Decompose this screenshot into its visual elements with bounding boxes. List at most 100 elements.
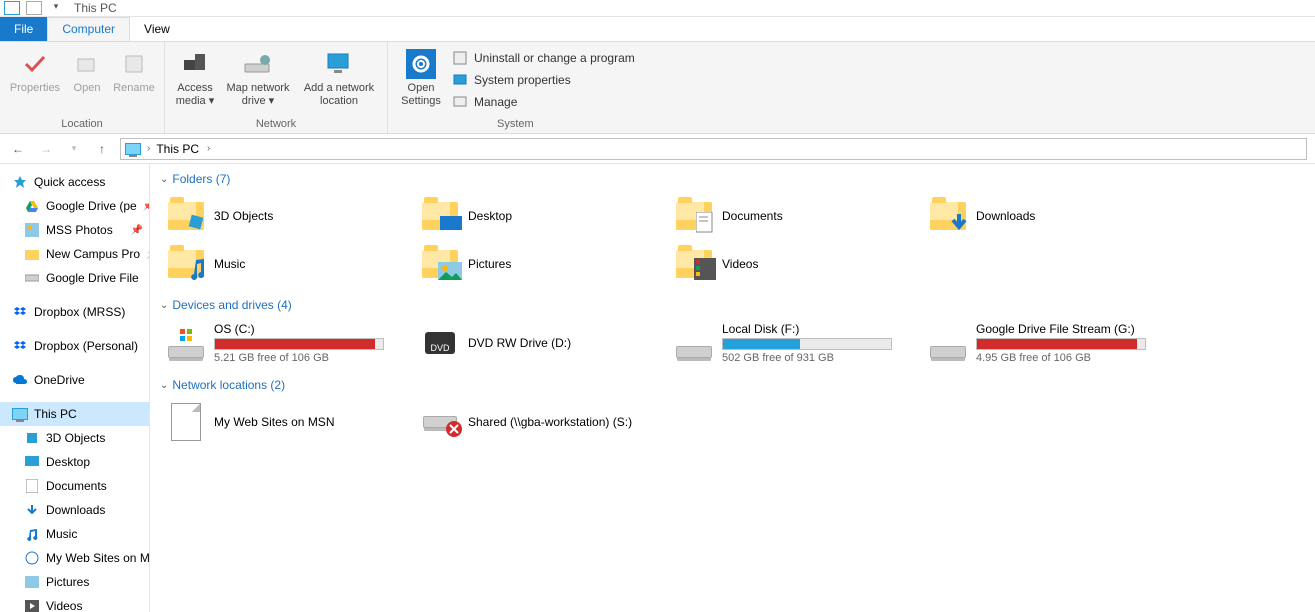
nav-pc-child[interactable]: My Web Sites on M <box>0 546 149 570</box>
recent-locations-button[interactable]: ▾ <box>64 139 84 159</box>
nav-dropbox-mrss[interactable]: Dropbox (MRSS) <box>0 300 149 324</box>
section-header-folders[interactable]: ⌄Folders (7) <box>160 172 1305 186</box>
rename-button[interactable]: Rename <box>112 46 156 116</box>
folder-item[interactable]: Downloads <box>922 192 1176 240</box>
folder-icon <box>674 196 714 236</box>
hdd-icon <box>928 323 968 363</box>
access-media-button[interactable]: Access media ▾ <box>173 46 217 116</box>
system-properties-icon <box>452 72 468 88</box>
group-label-system: System <box>396 116 635 133</box>
drive-item[interactable]: OS (C:)5.21 GB free of 106 GB <box>160 318 414 368</box>
folder-icon <box>24 574 40 590</box>
folder-icon <box>674 244 714 284</box>
nav-quick-access[interactable]: Quick access <box>0 170 149 194</box>
folder-item[interactable]: Music <box>160 240 414 288</box>
up-button[interactable]: ↑ <box>92 139 112 159</box>
chevron-right-icon[interactable]: › <box>147 143 150 154</box>
section-header-drives[interactable]: ⌄Devices and drives (4) <box>160 298 1305 312</box>
hdd-icon <box>674 323 714 363</box>
ribbon-group-system: Open Settings Uninstall or change a prog… <box>388 42 643 133</box>
pin-icon: 📌 <box>131 225 143 236</box>
folder-icon <box>24 478 40 494</box>
folder-item[interactable]: Pictures <box>414 240 668 288</box>
pin-icon: 📌 <box>146 249 149 260</box>
pin-icon: 📌 <box>143 201 149 212</box>
nav-pc-child[interactable]: Pictures <box>0 570 149 594</box>
navigation-pane: Quick access Google Drive (pe📌 MSS Photo… <box>0 164 150 612</box>
ribbon-group-location: Properties Open Rename Location <box>0 42 165 133</box>
chevron-down-icon: ⌄ <box>160 300 168 311</box>
nav-pc-child[interactable]: 3D Objects <box>0 426 149 450</box>
tab-view[interactable]: View <box>130 17 184 41</box>
nav-pin-item[interactable]: Google Drive File <box>0 266 149 290</box>
folder-icon <box>166 196 206 236</box>
back-button[interactable]: ← <box>8 139 28 159</box>
network-drive-disconnected-icon <box>420 402 460 442</box>
nav-dropbox-personal[interactable]: Dropbox (Personal) <box>0 334 149 358</box>
folder-item[interactable]: Videos <box>668 240 922 288</box>
rename-icon <box>118 48 150 80</box>
section-network-locations: ⌄Network locations (2) My Web Sites on M… <box>160 378 1305 446</box>
nav-pc-child[interactable]: Music <box>0 522 149 546</box>
folder-icon <box>24 598 40 612</box>
folder-icon <box>420 244 460 284</box>
nav-pin-item[interactable]: MSS Photos📌 <box>0 218 149 242</box>
drive-small-icon <box>24 270 40 286</box>
manage-button[interactable]: Manage <box>452 92 635 112</box>
nav-pc-child[interactable]: Documents <box>0 474 149 498</box>
manage-icon <box>452 94 468 110</box>
open-button[interactable]: Open <box>68 46 106 116</box>
drive-item[interactable]: Local Disk (F:)502 GB free of 931 GB <box>668 318 922 368</box>
capacity-bar <box>214 338 384 350</box>
folder-icon <box>24 430 40 446</box>
system-properties-button[interactable]: System properties <box>452 70 635 90</box>
section-drives: ⌄Devices and drives (4) OS (C:)5.21 GB f… <box>160 298 1305 368</box>
nav-pc-child[interactable]: Videos <box>0 594 149 612</box>
nav-pc-child[interactable]: Desktop <box>0 450 149 474</box>
map-drive-icon <box>242 48 274 80</box>
nav-pin-item[interactable]: Google Drive (pe📌 <box>0 194 149 218</box>
address-bar: ← → ▾ ↑ › This PC› <box>0 134 1315 164</box>
nav-this-pc[interactable]: This PC <box>0 402 149 426</box>
nav-onedrive[interactable]: OneDrive <box>0 368 149 392</box>
folder-item[interactable]: Desktop <box>414 192 668 240</box>
network-location-item[interactable]: Shared (\\gba-workstation) (S:) <box>414 398 668 446</box>
nav-pc-child[interactable]: Downloads <box>0 498 149 522</box>
uninstall-program-button[interactable]: Uninstall or change a program <box>452 48 635 68</box>
star-icon <box>12 174 28 190</box>
open-icon <box>71 48 103 80</box>
add-network-location-button[interactable]: Add a network location <box>299 46 379 116</box>
open-settings-button[interactable]: Open Settings <box>396 46 446 116</box>
qat-icon-1[interactable] <box>4 1 20 15</box>
map-drive-button[interactable]: Map network drive ▾ <box>223 46 293 116</box>
gear-icon <box>405 48 437 80</box>
drive-item[interactable]: DVDDVD RW Drive (D:) <box>414 318 668 368</box>
nav-pin-item[interactable]: New Campus Pro📌 <box>0 242 149 266</box>
file-icon <box>166 402 206 442</box>
folder-icon <box>24 502 40 518</box>
folder-item[interactable]: Documents <box>668 192 922 240</box>
tab-file[interactable]: File <box>0 17 47 41</box>
qat-dropdown-icon[interactable]: ▾ <box>48 1 64 15</box>
ribbon-tabs: File Computer View <box>0 17 1315 42</box>
section-header-netloc[interactable]: ⌄Network locations (2) <box>160 378 1305 392</box>
qat-icon-2[interactable] <box>26 1 42 15</box>
photo-icon <box>24 222 40 238</box>
folder-icon <box>928 196 968 236</box>
uninstall-icon <box>452 50 468 66</box>
cloud-icon <box>12 372 28 388</box>
section-folders: ⌄Folders (7) 3D ObjectsDesktopDocumentsD… <box>160 172 1305 288</box>
properties-button[interactable]: Properties <box>8 46 62 116</box>
address-box[interactable]: › This PC› <box>120 138 1307 160</box>
breadcrumb-this-pc[interactable]: This PC› <box>156 142 210 156</box>
this-pc-icon <box>12 406 28 422</box>
drive-item[interactable]: Google Drive File Stream (G:)4.95 GB fre… <box>922 318 1176 368</box>
ribbon: Properties Open Rename Location Access m… <box>0 42 1315 134</box>
forward-button[interactable]: → <box>36 139 56 159</box>
folder-icon <box>166 244 206 284</box>
network-location-item[interactable]: My Web Sites on MSN <box>160 398 414 446</box>
explorer-body: Quick access Google Drive (pe📌 MSS Photo… <box>0 164 1315 612</box>
media-icon <box>179 48 211 80</box>
tab-computer[interactable]: Computer <box>47 17 130 41</box>
folder-item[interactable]: 3D Objects <box>160 192 414 240</box>
